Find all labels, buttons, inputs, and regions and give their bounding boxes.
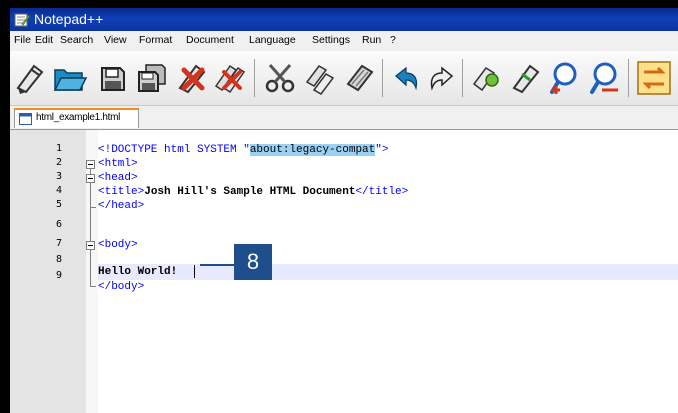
head-close-tag: </head>	[98, 200, 145, 212]
zoom-out-icon	[590, 62, 618, 94]
head-open-tag: <head>	[98, 172, 138, 184]
fold-end-marker	[90, 207, 96, 208]
code-line-2: <html>	[98, 157, 138, 171]
line-number: 7	[55, 238, 62, 249]
redo-button[interactable]	[424, 60, 460, 96]
open-file-button[interactable]	[52, 60, 88, 96]
doctype-open: <!DOCTYPE html SYSTEM "	[98, 144, 250, 156]
zoom-out-button[interactable]	[588, 60, 624, 96]
line-number: 6	[55, 219, 62, 230]
undo-button[interactable]	[388, 60, 424, 96]
toolbar-separator	[254, 59, 255, 97]
title-bar: Notepad++	[10, 8, 678, 31]
current-line-highlight	[98, 264, 678, 280]
fold-toggle-html[interactable]	[86, 160, 95, 169]
close-button[interactable]	[174, 60, 210, 96]
menu-view[interactable]: View	[104, 34, 127, 46]
code-line-7: <body>	[98, 238, 138, 252]
line-number: 3	[55, 171, 62, 182]
redo-icon	[430, 66, 454, 91]
menu-document[interactable]: Document	[186, 34, 234, 46]
hello-world-text: Hello World!	[98, 266, 178, 278]
cut-icon	[265, 64, 295, 93]
code-line-3: <head>	[98, 171, 138, 185]
zoom-in-button[interactable]	[548, 60, 584, 96]
new-file-button[interactable]	[12, 60, 48, 96]
menu-search[interactable]: Search	[60, 34, 93, 46]
window-title: Notepad++	[34, 11, 104, 27]
doctype-close: ">	[375, 144, 389, 156]
code-line-5: </head>	[98, 199, 144, 213]
paste-button[interactable]	[342, 60, 378, 96]
copy-button[interactable]	[302, 60, 338, 96]
fold-guide	[90, 169, 91, 286]
doctype-string: about:legacy-compat	[249, 144, 376, 156]
title-text: Josh Hill's Sample HTML Document	[144, 186, 356, 198]
toolbar-separator	[462, 59, 463, 97]
line-number: 1	[55, 143, 62, 154]
close-all-icon	[214, 64, 246, 94]
replace-icon	[512, 64, 540, 94]
notepadpp-app-icon	[14, 13, 30, 27]
code-line-9: </body>	[98, 280, 144, 294]
code-area[interactable]: <!DOCTYPE html SYSTEM "about:legacy-comp…	[98, 130, 678, 413]
folder-open-icon	[53, 69, 88, 91]
toolbar-separator	[628, 59, 629, 97]
line-number: 8	[55, 254, 62, 265]
code-line-4: <title>Josh Hill's Sample HTML Document<…	[98, 185, 408, 199]
title-open-tag: <title>	[98, 186, 145, 198]
sync-scroll-icon	[637, 61, 671, 95]
paste-icon	[346, 64, 374, 92]
fold-toggle-head[interactable]	[86, 174, 95, 183]
menu-edit[interactable]: Edit	[35, 34, 53, 46]
code-line-8: Hello World!	[98, 265, 177, 279]
close-all-button[interactable]	[212, 60, 248, 96]
body-open-tag: <body>	[98, 239, 138, 251]
close-file-icon	[178, 64, 206, 94]
file-tab-icon	[19, 113, 32, 125]
line-number: 9	[55, 270, 62, 281]
menu-format[interactable]: Format	[139, 34, 172, 46]
code-line-1: <!DOCTYPE html SYSTEM "about:legacy-comp…	[98, 143, 388, 157]
body-close-tag: </body>	[98, 281, 145, 293]
fold-margin	[86, 130, 98, 413]
copy-icon	[305, 65, 335, 95]
html-open-tag: <html>	[98, 158, 138, 170]
fold-end-marker	[90, 286, 96, 287]
editor[interactable]: 1 2 3 4 5 6 7 8 9 <!DOCTYPE html SYSTEM …	[10, 130, 678, 413]
save-all-icon	[138, 64, 166, 92]
menu-help[interactable]: ?	[390, 34, 396, 46]
replace-button[interactable]	[508, 60, 544, 96]
line-number: 5	[55, 199, 62, 210]
line-number: 2	[55, 157, 62, 168]
cut-button[interactable]	[262, 60, 298, 96]
sync-scroll-button[interactable]	[636, 60, 672, 96]
menu-settings[interactable]: Settings	[312, 34, 350, 46]
save-icon	[101, 67, 125, 91]
menu-run[interactable]: Run	[362, 34, 381, 46]
menu-bar: File Edit Search View Format Document La…	[10, 31, 678, 51]
find-icon	[472, 66, 499, 92]
tab-label: html_example1.html	[36, 112, 121, 123]
toolbar-separator	[382, 59, 383, 97]
tab-bar: html_example1.html	[10, 106, 678, 130]
callout-number-badge: 8	[234, 244, 272, 280]
menu-file[interactable]: File	[14, 34, 31, 46]
save-all-button[interactable]	[134, 60, 170, 96]
callout-pointer-line	[200, 264, 234, 266]
toolbar	[10, 51, 678, 106]
find-button[interactable]	[470, 60, 506, 96]
tab-html-example1[interactable]: html_example1.html	[14, 108, 139, 128]
notepadpp-window: Notepad++ File Edit Search View Format D…	[10, 8, 678, 413]
text-caret	[194, 265, 195, 278]
fold-toggle-body[interactable]	[86, 241, 95, 250]
new-file-icon	[16, 64, 44, 94]
undo-icon	[395, 66, 418, 91]
menu-language[interactable]: Language	[249, 34, 296, 46]
save-button[interactable]	[94, 60, 130, 96]
title-close-tag: </title>	[355, 186, 409, 198]
line-number: 4	[55, 185, 62, 196]
zoom-in-icon	[550, 62, 577, 94]
line-number-gutter: 1 2 3 4 5 6 7 8 9	[10, 130, 86, 413]
